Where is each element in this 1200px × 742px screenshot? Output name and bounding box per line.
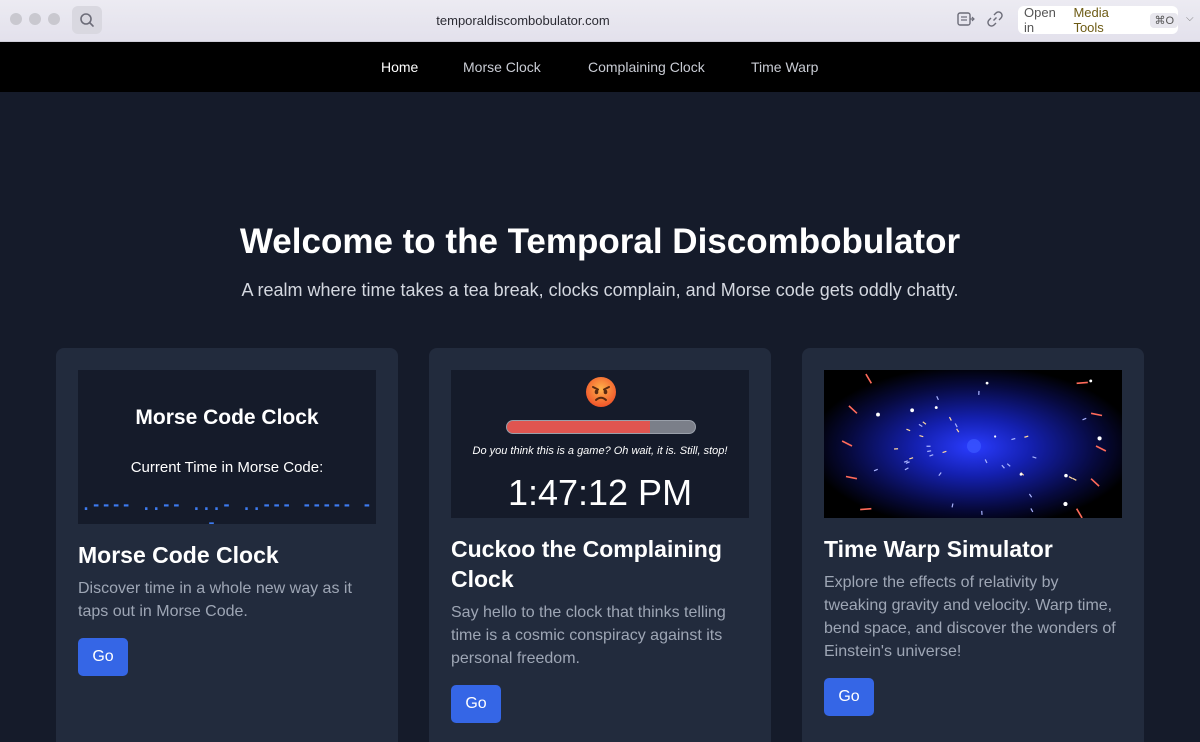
go-button[interactable]: Go xyxy=(824,678,874,716)
page-subtitle: A realm where time takes a tea break, cl… xyxy=(241,280,959,300)
angry-face-icon xyxy=(586,377,616,407)
preview-label: Current Time in Morse Code: xyxy=(130,459,324,476)
browser-toolbar: temporaldiscombobulator.com Open in Medi… xyxy=(0,0,1200,42)
go-button[interactable]: Go xyxy=(451,685,501,723)
complaining-clock-card: Do you think this is a game? Oh wait, it… xyxy=(429,348,771,742)
warp-ring-dash xyxy=(860,507,872,511)
address-bar[interactable]: temporaldiscombobulator.com xyxy=(108,6,938,34)
card-description: Explore the effects of relativity by twe… xyxy=(824,574,1116,660)
star xyxy=(1063,501,1068,507)
morse-clock-card: Morse Code Clock Current Time in Morse C… xyxy=(56,348,398,742)
nav-home[interactable]: Home xyxy=(381,59,418,75)
star xyxy=(994,435,997,438)
link-icon[interactable] xyxy=(986,10,1004,28)
search-button[interactable] xyxy=(72,6,102,34)
warp-ring-dash xyxy=(1076,381,1088,385)
star xyxy=(910,408,915,413)
reader-mode-icon[interactable] xyxy=(956,10,976,28)
open-in-label: Open in xyxy=(1024,5,1056,35)
time-warp-preview[interactable] xyxy=(824,370,1122,518)
search-icon xyxy=(80,13,94,27)
complaining-clock-preview: Do you think this is a game? Oh wait, it… xyxy=(451,370,749,518)
page-title: Welcome to the Temporal Discombobulator xyxy=(239,222,961,261)
complaint-message: Do you think this is a game? Oh wait, it… xyxy=(472,445,728,457)
star xyxy=(985,381,989,385)
chevron-down-icon[interactable]: ⌵ xyxy=(1186,13,1194,24)
clock-time: 1:47:12 PM xyxy=(507,472,693,513)
card-description: Discover time in a whole new way as it t… xyxy=(78,580,352,620)
annoyance-progress-fill xyxy=(507,421,650,433)
top-nav: Home Morse Clock Complaining Clock Time … xyxy=(0,42,1200,92)
nav-complaining-clock[interactable]: Complaining Clock xyxy=(588,59,705,75)
open-in-app-button[interactable]: Open in Media Tools ⌘O xyxy=(1018,5,1178,35)
close-window-button[interactable] xyxy=(10,13,22,25)
zoom-window-button[interactable] xyxy=(48,13,60,25)
go-button[interactable]: Go xyxy=(78,638,128,676)
preview-title: Morse Code Clock xyxy=(135,406,319,429)
star xyxy=(1064,473,1068,478)
star xyxy=(876,412,880,417)
card-description: Say hello to the clock that thinks telli… xyxy=(451,604,726,667)
shortcut-badge: ⌘O xyxy=(1150,12,1178,28)
url-text: temporaldiscombobulator.com xyxy=(436,12,610,28)
morse-code-readout: .---- ..-- ...- ..--- ----- --... xyxy=(81,496,373,524)
minimize-window-button[interactable] xyxy=(29,13,41,25)
morse-clock-preview: Morse Code Clock Current Time in Morse C… xyxy=(78,370,376,524)
star-streak xyxy=(951,503,954,508)
card-title: Cuckoo the Complaining Clock xyxy=(451,536,722,592)
time-warp-card: Time Warp Simulator Explore the effects … xyxy=(802,348,1144,742)
star xyxy=(934,406,938,410)
open-in-app-name: Media Tools xyxy=(1073,5,1109,35)
card-title: Morse Code Clock xyxy=(78,542,279,568)
nav-morse-clock[interactable]: Morse Clock xyxy=(463,59,541,75)
star xyxy=(1097,436,1102,441)
star xyxy=(1089,379,1093,383)
star xyxy=(1019,473,1023,476)
card-title: Time Warp Simulator xyxy=(824,536,1053,562)
window-controls[interactable] xyxy=(10,13,60,25)
star-streak xyxy=(927,450,932,453)
nav-time-warp[interactable]: Time Warp xyxy=(751,59,818,75)
warp-starfield-canvas xyxy=(824,370,1122,518)
annoyance-progress-bar xyxy=(506,420,696,434)
